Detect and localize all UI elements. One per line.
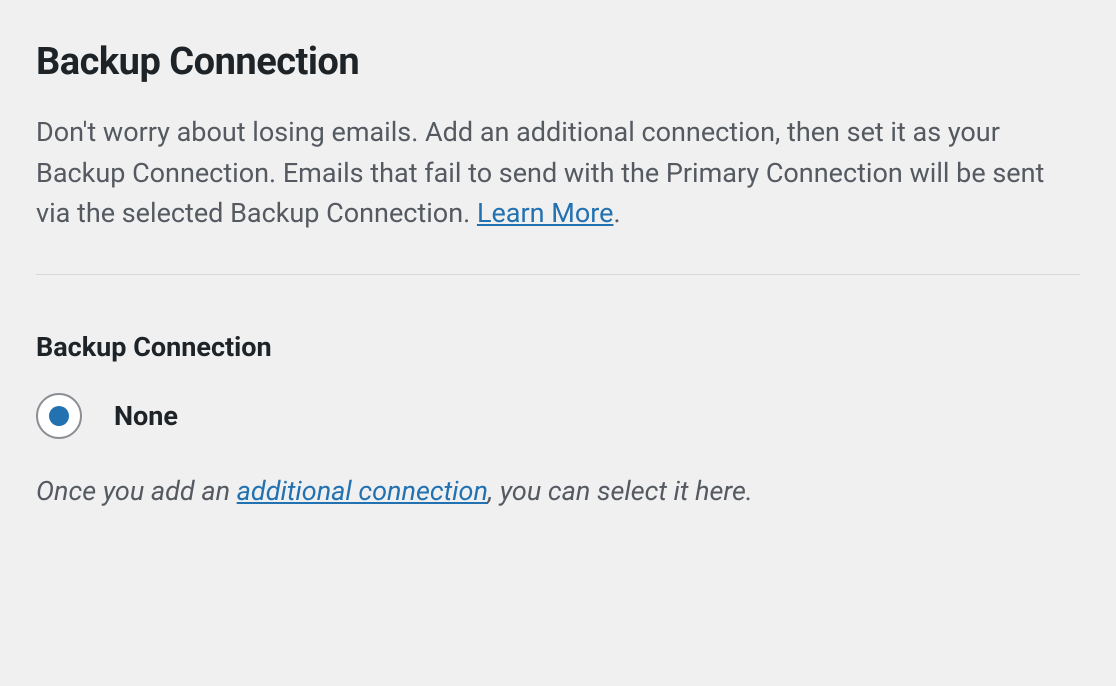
- radio-option-none[interactable]: None: [36, 393, 1080, 439]
- divider: [36, 274, 1080, 275]
- radio-dot-icon: [49, 406, 69, 426]
- radio-button[interactable]: [36, 393, 82, 439]
- hint-part2: , you can select it here.: [488, 475, 753, 507]
- field-label: Backup Connection: [36, 331, 1080, 363]
- hint-part1: Once you add an: [36, 475, 237, 507]
- learn-more-link[interactable]: Learn More: [477, 197, 614, 229]
- section-description: Don't worry about losing emails. Add an …: [36, 112, 1080, 234]
- radio-label: None: [114, 400, 178, 432]
- hint-text: Once you add an additional connection, y…: [36, 471, 1080, 512]
- description-end: .: [613, 197, 620, 229]
- section-title: Backup Connection: [36, 40, 1080, 84]
- additional-connection-link[interactable]: additional connection: [237, 475, 488, 507]
